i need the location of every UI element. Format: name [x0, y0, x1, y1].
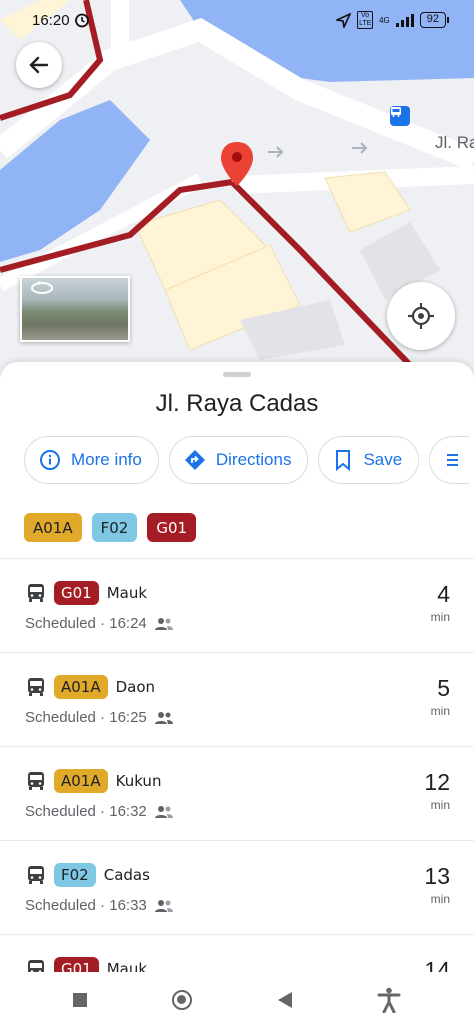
directions-button[interactable]: Directions	[168, 436, 309, 484]
bus-icon	[28, 584, 44, 602]
route-badge: F02	[54, 863, 96, 887]
route-tag[interactable]: G01	[147, 513, 197, 542]
minutes-value: 5	[437, 675, 450, 701]
directions-label: Directions	[215, 450, 292, 469]
action-chips: More info Directions Save	[24, 436, 470, 484]
minutes-value: 12	[424, 769, 450, 795]
departure-row[interactable]: A01A Kukun Scheduled · 16:32 12 min	[0, 746, 474, 840]
departure-row[interactable]: G01 Mauk Scheduled · 16:24 4 min	[0, 558, 474, 652]
screen: Jl. Ra 16:20 Vo LTE 4G 92 Jl. Raya Cadas	[0, 0, 474, 1027]
schedule-text: Scheduled · 16:24	[25, 615, 147, 632]
recents-button[interactable]	[72, 992, 87, 1007]
street-label: Jl. Ra	[435, 133, 474, 152]
schedule-text: Scheduled · 16:25	[25, 709, 147, 726]
navigation-icon	[336, 12, 352, 28]
destination: Mauk	[106, 584, 148, 602]
place-bottom-sheet[interactable]: Jl. Raya Cadas More info Directions Save…	[0, 362, 474, 982]
schedule-text: Scheduled · 16:33	[25, 897, 147, 914]
route-badge: G01	[54, 581, 99, 605]
alarm-icon	[74, 13, 89, 28]
signal-icon	[395, 13, 414, 27]
arrow-back-icon	[29, 56, 49, 74]
route-tag-list: A01A F02 G01	[24, 513, 197, 542]
home-button[interactable]	[172, 989, 193, 1010]
departures-list: G01 Mauk Scheduled · 16:24 4 min A01A Da…	[0, 558, 474, 982]
my-location-icon	[408, 303, 434, 329]
back-nav-button[interactable]	[277, 991, 292, 1008]
departure-row[interactable]: A01A Daon Scheduled · 16:25 5 min	[0, 652, 474, 746]
status-time: 16:20	[32, 11, 70, 29]
back-button[interactable]	[16, 42, 62, 88]
minutes-unit: min	[430, 610, 450, 624]
minutes-unit: min	[430, 704, 450, 718]
schedule-text: Scheduled · 16:32	[25, 803, 147, 820]
destination: Daon	[115, 678, 156, 696]
bus-stop-icon[interactable]	[390, 106, 410, 126]
minutes-unit: min	[430, 892, 450, 906]
route-tag[interactable]: A01A	[24, 513, 82, 542]
network-type: 4G	[379, 15, 390, 25]
my-location-button[interactable]	[387, 282, 455, 350]
place-title: Jl. Raya Cadas	[155, 390, 319, 417]
system-nav-bar	[0, 972, 474, 1027]
directions-icon	[184, 450, 205, 470]
more-info-label: More info	[71, 450, 142, 469]
save-label: Save	[363, 450, 403, 469]
more-info-button[interactable]: More info	[24, 436, 159, 484]
save-button[interactable]: Save	[318, 436, 420, 484]
minutes-value: 4	[437, 581, 450, 607]
sheet-drag-handle[interactable]	[223, 372, 251, 377]
bus-icon	[28, 866, 44, 884]
bookmark-icon	[336, 450, 351, 471]
departure-row[interactable]: F02 Cadas Scheduled · 16:33 13 min	[0, 840, 474, 934]
destination: Cadas	[103, 866, 150, 884]
destination: Kukun	[115, 772, 162, 790]
info-icon	[40, 450, 60, 470]
minutes-value: 13	[424, 863, 450, 889]
more-actions-button[interactable]	[429, 436, 470, 484]
route-tag[interactable]: F02	[91, 513, 138, 542]
status-bar: 16:20 Vo LTE 4G 92	[0, 0, 474, 40]
rotate-360-icon	[31, 281, 53, 294]
battery-indicator: 92	[419, 12, 450, 28]
crowd-icon	[154, 711, 173, 724]
accessibility-icon[interactable]	[377, 987, 401, 1013]
crowd-icon	[154, 805, 173, 818]
share-icon	[447, 454, 459, 466]
bus-icon	[28, 678, 44, 696]
minutes-unit: min	[430, 798, 450, 812]
volte-label: Vo LTE	[357, 11, 374, 29]
route-badge: A01A	[54, 675, 108, 699]
route-badge: A01A	[54, 769, 108, 793]
crowd-icon	[154, 617, 173, 630]
street-view-thumbnail[interactable]	[20, 276, 130, 342]
crowd-icon	[154, 899, 173, 912]
bus-icon	[28, 772, 44, 790]
